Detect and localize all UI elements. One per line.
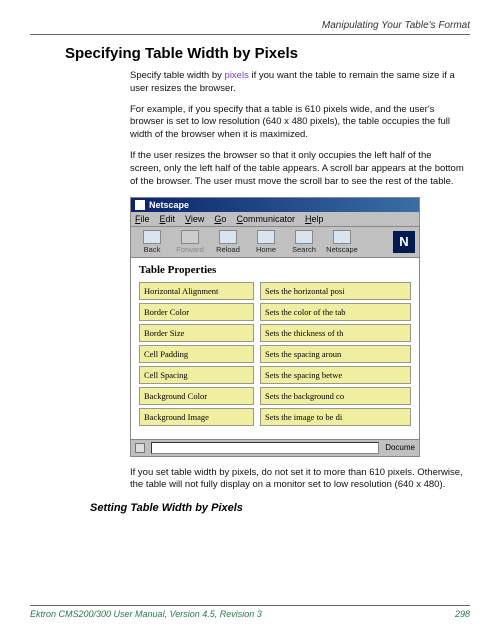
reload-icon [219,230,237,244]
section-title: Specifying Table Width by Pixels [65,45,470,62]
prop-name: Cell Padding [139,345,254,363]
netscape-label: Netscape [326,245,358,254]
menu-view[interactable]: View [185,214,204,224]
reload-label: Reload [216,245,240,254]
table-properties-heading: Table Properties [139,264,411,276]
page-footer: Ektron CMS200/300 User Manual, Version 4… [30,605,470,619]
toolbar: Back Forward Reload Home Search Netscape… [131,227,419,258]
search-icon [295,230,313,244]
home-button[interactable]: Home [247,229,285,255]
footer-page-number: 298 [455,609,470,619]
back-label: Back [144,245,161,254]
search-label: Search [292,245,316,254]
table-row: Border Color Sets the color of the tab [139,303,411,321]
browser-screenshot: Netscape File Edit View Go Communicator … [130,197,420,457]
window-title: Netscape [149,200,189,210]
table-row: Background Image Sets the image to be di [139,408,411,426]
prop-name: Border Color [139,303,254,321]
menu-edit[interactable]: Edit [160,214,176,224]
paragraph-3: If the user resizes the browser so that … [130,150,465,188]
home-label: Home [256,245,276,254]
paragraph-1: Specify table width by pixels if you wan… [130,70,465,96]
prop-name: Background Image [139,408,254,426]
menu-help[interactable]: Help [305,214,324,224]
paragraph-4: If you set table width by pixels, do not… [130,467,465,493]
netscape-logo-icon: N [393,231,415,253]
back-icon [143,230,161,244]
prop-desc: Sets the spacing betwe [260,366,411,384]
window-titlebar: Netscape [131,198,419,212]
table-row: Border Size Sets the thickness of th [139,324,411,342]
prop-name: Cell Spacing [139,366,254,384]
menu-communicator[interactable]: Communicator [236,214,295,224]
para1-a: Specify table width by [130,70,225,81]
subsection-title: Setting Table Width by Pixels [90,502,470,514]
prop-desc: Sets the background co [260,387,411,405]
menu-file[interactable]: File [135,214,150,224]
menu-go[interactable]: Go [214,214,226,224]
prop-name: Horizontal Alignment [139,282,254,300]
status-text: Docume [385,443,415,452]
lock-icon [135,443,145,453]
forward-label: Forward [176,245,204,254]
table-row: Cell Padding Sets the spacing aroun [139,345,411,363]
prop-desc: Sets the thickness of th [260,324,411,342]
netscape-app-icon [135,200,145,210]
forward-icon [181,230,199,244]
prop-desc: Sets the spacing aroun [260,345,411,363]
forward-button[interactable]: Forward [171,229,209,255]
prop-desc: Sets the horizontal posi [260,282,411,300]
netscape-icon [333,230,351,244]
prop-desc: Sets the color of the tab [260,303,411,321]
home-icon [257,230,275,244]
pixels-link[interactable]: pixels [225,70,249,81]
table-row: Background Color Sets the background co [139,387,411,405]
table-row: Cell Spacing Sets the spacing betwe [139,366,411,384]
browser-viewport: Table Properties Horizontal Alignment Set… [131,258,419,439]
prop-name: Border Size [139,324,254,342]
menu-bar: File Edit View Go Communicator Help [131,212,419,227]
footer-manual: Ektron CMS200/300 User Manual, Version 4… [30,609,262,619]
back-button[interactable]: Back [133,229,171,255]
netscape-button[interactable]: Netscape [323,229,361,255]
reload-button[interactable]: Reload [209,229,247,255]
search-button[interactable]: Search [285,229,323,255]
status-bar: Docume [131,439,419,456]
chapter-header: Manipulating Your Table's Format [30,20,470,35]
prop-name: Background Color [139,387,254,405]
prop-desc: Sets the image to be di [260,408,411,426]
table-row: Horizontal Alignment Sets the horizontal … [139,282,411,300]
paragraph-2: For example, if you specify that a table… [130,104,465,142]
